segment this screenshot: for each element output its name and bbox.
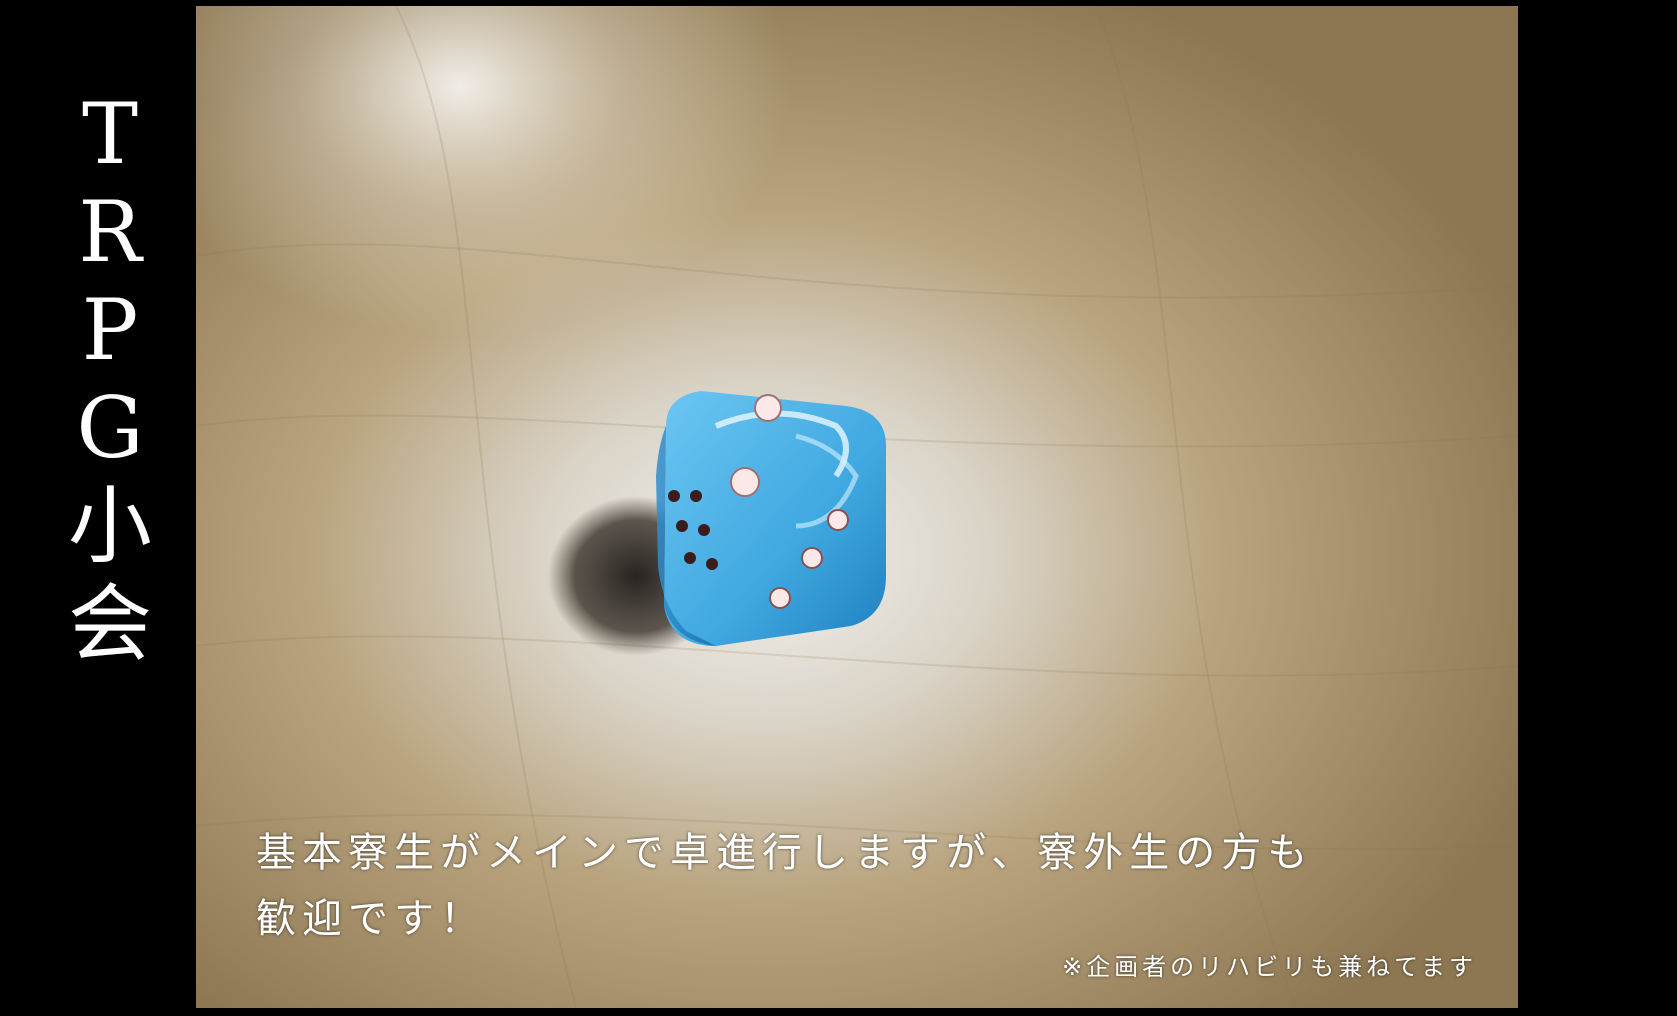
poster: T R P G 小 会 基本寮生がメインで卓進行しますが、寮外生の方も 歓迎です… (0, 0, 1677, 1016)
title-char: P (81, 281, 139, 379)
caption-main: 基本寮生がメインで卓進行しますが、寮外生の方も 歓迎です！ (256, 820, 1416, 952)
title-char: 小 (67, 477, 152, 575)
title-char: 会 (67, 575, 152, 673)
caption-line-2: 歓迎です！ (256, 896, 486, 942)
title-char: G (76, 379, 144, 477)
blue-d6-die-icon (656, 391, 886, 646)
title-char: T (81, 85, 139, 183)
title-char: R (78, 183, 142, 281)
vertical-title: T R P G 小 会 (60, 85, 160, 673)
caption-line-1: 基本寮生がメインで卓進行しますが、寮外生の方も (256, 830, 1314, 876)
caption-note: ※企画者のリハビリも兼ねてます (1062, 953, 1477, 981)
